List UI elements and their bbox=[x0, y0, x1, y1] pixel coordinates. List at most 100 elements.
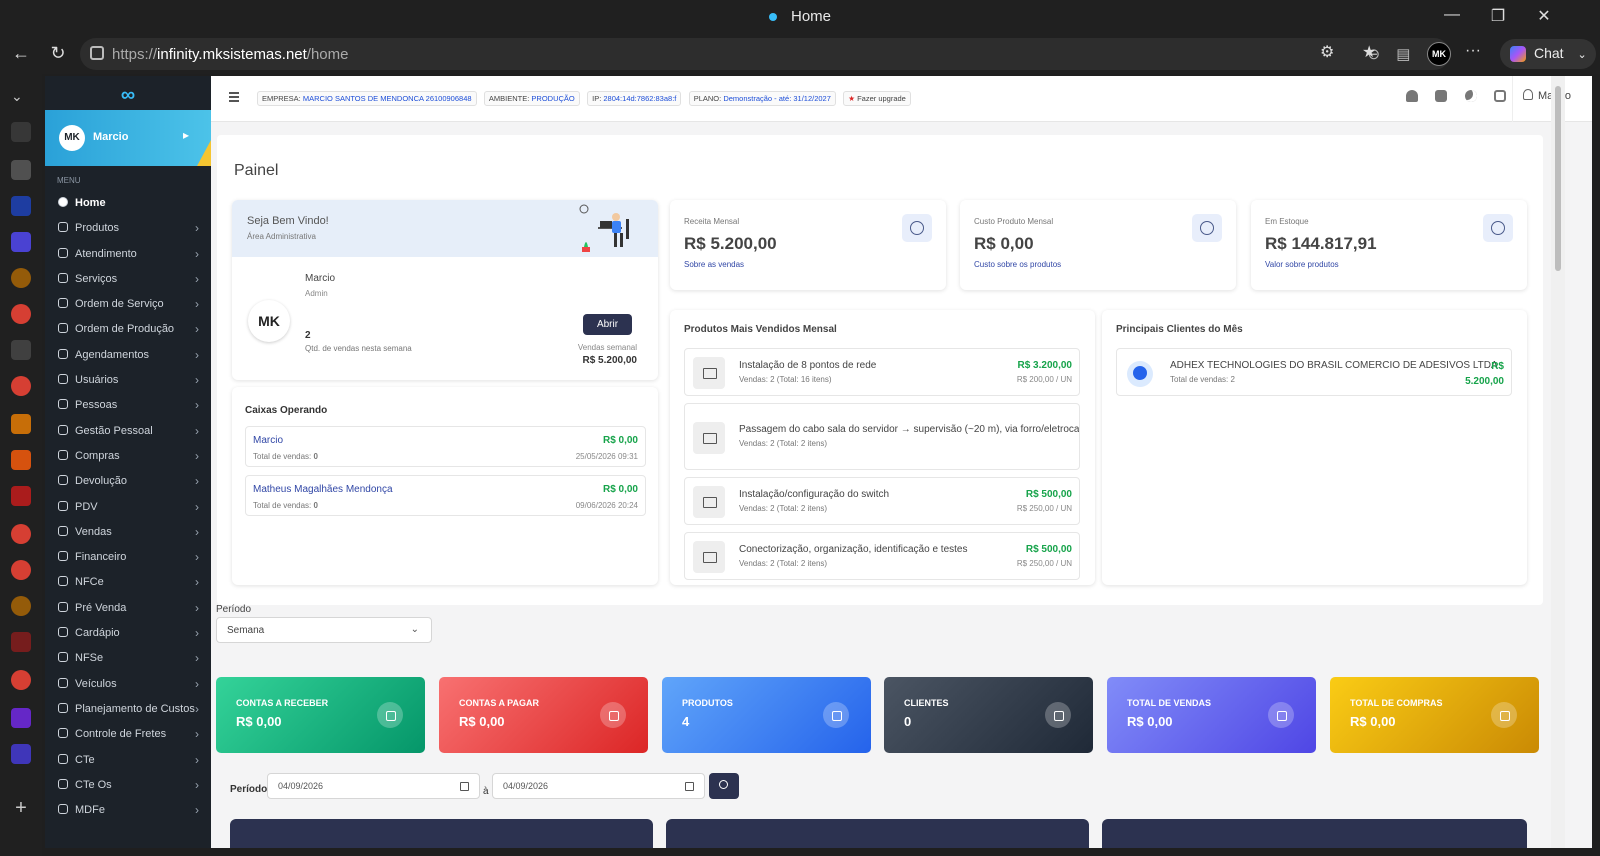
google-icon[interactable] bbox=[11, 304, 31, 324]
tabs-collapse-icon[interactable]: ⌄ bbox=[11, 88, 31, 108]
sidebar-item-label: Pessoas bbox=[75, 399, 118, 412]
sidebar-item[interactable]: Atendimento › bbox=[45, 242, 211, 267]
menu-toggle-icon[interactable] bbox=[229, 92, 239, 104]
product-row[interactable]: Instalação de 8 pontos de rede Vendas: 2 … bbox=[684, 348, 1080, 396]
profile-avatar[interactable]: MK bbox=[1427, 42, 1451, 66]
site-info-icon[interactable] bbox=[90, 46, 104, 60]
sidebar-item[interactable]: Gestão Pessoal › bbox=[45, 419, 211, 444]
date-from-input[interactable]: 04/09/2026 bbox=[267, 773, 480, 799]
sidebar-item[interactable]: Compras › bbox=[45, 444, 211, 469]
tab-icon[interactable] bbox=[11, 486, 31, 506]
google-icon[interactable] bbox=[11, 524, 31, 544]
sidebar-item[interactable]: Devolução › bbox=[45, 469, 211, 494]
new-tab-icon[interactable]: + bbox=[11, 798, 31, 818]
product-row[interactable]: Conectorização, organização, identificaç… bbox=[684, 532, 1080, 580]
caixa-row[interactable]: Matheus Magalhães Mendonça Total de venda… bbox=[245, 475, 646, 516]
more-icon[interactable]: ··· bbox=[1465, 42, 1481, 60]
tab-icon[interactable] bbox=[11, 232, 31, 252]
tab-icon[interactable] bbox=[11, 596, 31, 616]
sidebar-item[interactable]: MDFe › bbox=[45, 798, 211, 823]
basket-icon[interactable] bbox=[1435, 90, 1448, 102]
calendar-icon[interactable] bbox=[460, 782, 469, 791]
search-button[interactable] bbox=[709, 773, 739, 799]
sidebar-item[interactable]: Planejamento de Custos › bbox=[45, 697, 211, 722]
sidebar-item[interactable]: Controle de Fretes › bbox=[45, 722, 211, 747]
favorites-icon[interactable]: ★ bbox=[1362, 42, 1376, 62]
kpi-card[interactable]: TOTAL DE COMPRAS R$ 0,00 bbox=[1330, 677, 1539, 753]
tab-icon[interactable] bbox=[11, 268, 31, 288]
sidebar-item[interactable]: PDV › bbox=[45, 495, 211, 520]
upgrade-link[interactable]: ★ Fazer upgrade bbox=[843, 91, 911, 106]
chevron-right-icon: › bbox=[195, 701, 199, 716]
sidebar-item[interactable]: Agendamentos › bbox=[45, 343, 211, 368]
sidebar-item[interactable]: Produtos › bbox=[45, 216, 211, 241]
back-icon[interactable]: ← bbox=[8, 43, 34, 64]
sidebar-item[interactable]: Financeiro › bbox=[45, 545, 211, 570]
minimize-icon[interactable]: — bbox=[1440, 6, 1464, 24]
infinity-logo-icon[interactable]: ∞ bbox=[45, 76, 211, 110]
chevron-right-icon: › bbox=[195, 398, 199, 413]
tab-icon[interactable] bbox=[11, 160, 31, 180]
sidebar-item[interactable]: Usuários › bbox=[45, 368, 211, 393]
top-products-card: Produtos Mais Vendidos Mensal Instalação… bbox=[670, 310, 1095, 585]
sidebar-item[interactable]: Ordem de Serviço › bbox=[45, 292, 211, 317]
product-row[interactable]: Instalação/configuração do switch Vendas:… bbox=[684, 477, 1080, 525]
kpi-card[interactable]: TOTAL DE VENDAS R$ 0,00 bbox=[1107, 677, 1316, 753]
sidebar-user[interactable]: MK Marcio ▸ bbox=[45, 110, 211, 166]
tab-icon[interactable] bbox=[11, 450, 31, 470]
sidebar-item[interactable]: Serviços › bbox=[45, 267, 211, 292]
reload-icon[interactable]: ↻ bbox=[45, 43, 71, 64]
date-to-input[interactable]: 04/09/2026 bbox=[492, 773, 705, 799]
client-row[interactable]: ADHEX TECHNOLOGIES DO BRASIL COMERCIO DE… bbox=[1116, 348, 1512, 396]
kpi-card[interactable]: CONTAS A RECEBER R$ 0,00 bbox=[216, 677, 425, 753]
scrollbar-thumb[interactable] bbox=[1555, 86, 1561, 271]
url-field[interactable]: https://infinity.mksistemas.net/home ⊖ ▤… bbox=[80, 38, 1450, 70]
period-select[interactable]: Semana ⌄ bbox=[216, 617, 432, 643]
caixa-name[interactable]: Marcio bbox=[253, 435, 283, 446]
sidebar-item-label: CTe bbox=[75, 753, 95, 766]
google-icon[interactable] bbox=[11, 560, 31, 580]
caixa-name[interactable]: Matheus Magalhães Mendonça bbox=[253, 484, 393, 495]
sidebar-item[interactable]: Ordem de Produção › bbox=[45, 317, 211, 342]
tab-icon-active[interactable] bbox=[11, 122, 31, 142]
caixa-row[interactable]: Marcio Total de vendas: 0 R$ 0,00 25/05/202… bbox=[245, 426, 646, 467]
tab-icon[interactable] bbox=[11, 340, 31, 360]
reader-icon[interactable]: ▤ bbox=[1396, 46, 1410, 63]
close-icon[interactable]: ✕ bbox=[1532, 6, 1556, 26]
tab-icon[interactable] bbox=[11, 196, 31, 216]
dark-mode-icon[interactable] bbox=[1464, 90, 1477, 102]
tab-icon[interactable] bbox=[11, 708, 31, 728]
extensions-icon[interactable]: ⚙ bbox=[1320, 42, 1334, 62]
product-row[interactable]: Passagem do cabo sala do servidor → supe… bbox=[684, 403, 1080, 470]
tab-icon[interactable] bbox=[11, 414, 31, 434]
sidebar-item[interactable]: Home bbox=[45, 191, 211, 216]
calendar-icon[interactable] bbox=[685, 782, 694, 791]
sidebar-item[interactable]: Veículos › bbox=[45, 672, 211, 697]
weekly-sales-count: 2 bbox=[305, 330, 311, 341]
restore-icon[interactable]: ❐ bbox=[1486, 6, 1510, 26]
google-icon[interactable] bbox=[11, 670, 31, 690]
page-scrollbar[interactable] bbox=[1551, 76, 1565, 848]
sidebar-item[interactable]: CTe › bbox=[45, 748, 211, 773]
copilot-chat-button[interactable]: Chat ⌄ bbox=[1500, 39, 1596, 69]
main-content: Painel Seja Bem Vindo! Área Administrati… bbox=[211, 122, 1592, 848]
sidebar-item[interactable]: NFCe › bbox=[45, 570, 211, 595]
sidebar-item[interactable]: Cardápio › bbox=[45, 621, 211, 646]
google-icon[interactable] bbox=[11, 376, 31, 396]
url-text: https://infinity.mksistemas.net/home bbox=[112, 46, 349, 63]
open-button[interactable]: Abrir bbox=[583, 314, 632, 335]
sidebar-item[interactable]: Vendas › bbox=[45, 520, 211, 545]
tab-icon[interactable] bbox=[11, 632, 31, 652]
sidebar-item[interactable]: CTe Os › bbox=[45, 773, 211, 798]
fullscreen-icon[interactable] bbox=[1494, 90, 1506, 102]
sidebar-item[interactable]: Pessoas › bbox=[45, 393, 211, 418]
kpi-card[interactable]: CLIENTES 0 bbox=[884, 677, 1093, 753]
sidebar-item[interactable]: Pré Venda › bbox=[45, 596, 211, 621]
product-name: Conectorização, organização, identificaç… bbox=[739, 544, 968, 555]
kpi-card[interactable]: PRODUTOS 4 bbox=[662, 677, 871, 753]
notification-bell-icon[interactable] bbox=[1405, 90, 1418, 102]
kpi-card[interactable]: CONTAS A PAGAR R$ 0,00 bbox=[439, 677, 648, 753]
tab-icon[interactable] bbox=[11, 744, 31, 764]
undo-icon bbox=[58, 475, 68, 486]
sidebar-item[interactable]: NFSe › bbox=[45, 646, 211, 671]
